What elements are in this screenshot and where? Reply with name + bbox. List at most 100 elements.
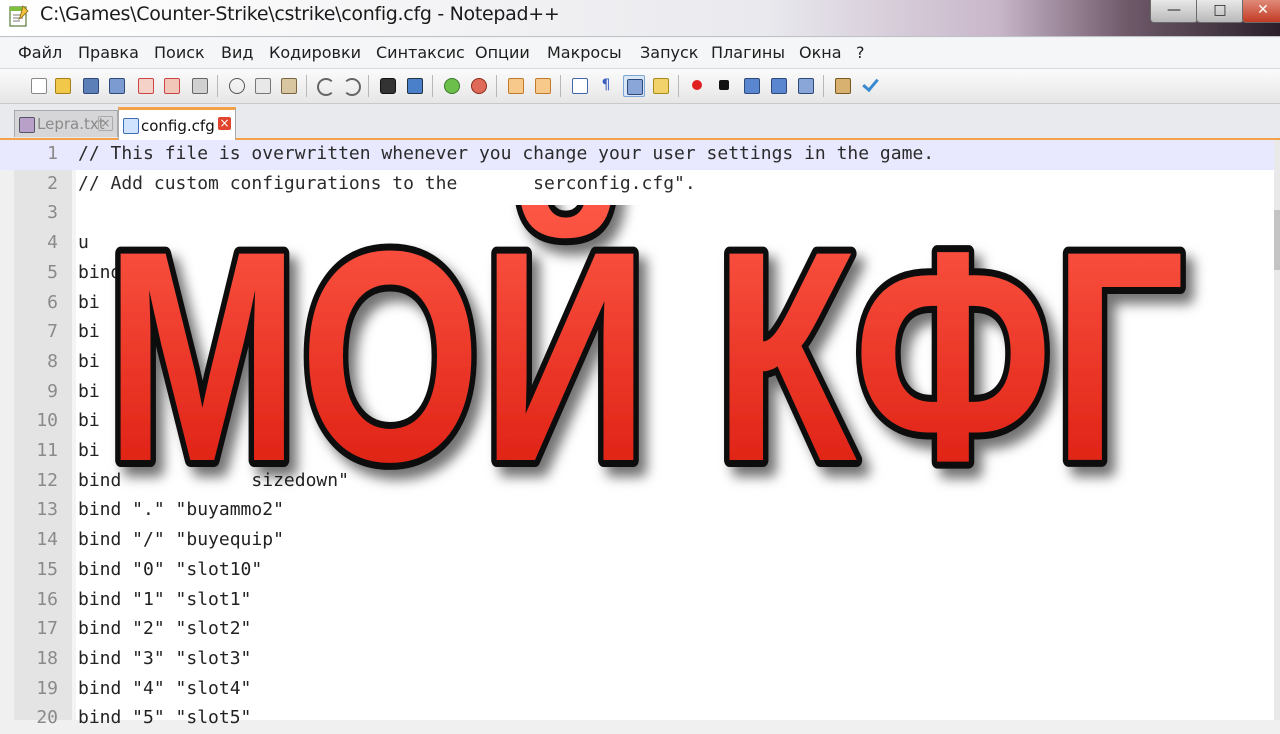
line-text: bind "4" "slot4" [78,677,252,699]
close-tab-icon[interactable]: × [98,116,113,131]
menu-view[interactable]: Вид [221,43,253,62]
close-icon[interactable] [135,75,155,95]
menu-bar: Файл Правка Поиск Вид Кодировки Синтакси… [0,38,1280,69]
line-number: 5 [47,261,58,283]
indent-guide-icon[interactable] [623,75,645,97]
play-macro-icon[interactable] [741,75,761,95]
menu-options[interactable]: Опции [475,43,530,62]
line-number: 19 [36,677,58,699]
line-number: 7 [47,321,58,343]
menu-macros[interactable]: Макросы [547,43,622,62]
code-line[interactable]: 18 bind "3" "slot3" [0,645,1276,675]
code-line[interactable]: 10 bi [0,407,1276,437]
line-number: 14 [36,529,58,551]
tab-lepra[interactable]: Lepra.txt × [14,110,118,137]
save-all-icon[interactable] [106,75,126,95]
line-text: u [78,232,89,254]
minimize-button[interactable]: — [1150,0,1198,23]
notepad-plus-plus-icon [8,4,30,28]
line-number: 2 [47,172,58,194]
zoom-out-icon[interactable] [468,75,488,95]
code-line[interactable]: 15 bind "0" "slot10" [0,556,1276,586]
code-line[interactable]: 14 bind "/" "buyequip" [0,526,1276,556]
sync-vertical-icon[interactable] [505,75,525,95]
tab-label: Lepra.txt [37,115,105,133]
code-line[interactable]: 7 bi [0,318,1276,348]
code-line[interactable]: 3 [0,199,1276,229]
menu-syntax[interactable]: Синтаксис [376,43,465,62]
line-text: bi [78,440,100,461]
menu-edit[interactable]: Правка [78,43,139,62]
code-line[interactable]: 19 bind "4" "slot4" [0,675,1276,705]
sync-horizontal-icon[interactable] [532,75,552,95]
zoom-in-icon[interactable] [441,75,461,95]
editor[interactable]: 1 // This file is overwritten whenever yo… [0,140,1280,728]
redo-icon[interactable] [340,75,361,96]
title-bar: C:\Games\Counter-Strike\cstrike\config.c… [0,0,1280,37]
menu-run[interactable]: Запуск [640,43,698,62]
line-text: bind "5" "slot5" [78,707,252,729]
code-line[interactable]: 17 bind "2" "slot2" [0,615,1276,645]
line-text: // Add custom configurations to the serc… [78,172,696,194]
line-number: 10 [36,410,58,432]
maximize-button[interactable]: □ [1196,0,1244,23]
line-text: bi [78,291,100,313]
code-line[interactable]: 9 bi [0,378,1276,408]
find-icon[interactable] [377,75,397,95]
line-number: 17 [36,618,58,640]
close-tab-icon[interactable]: × [218,117,231,130]
code-line[interactable]: 5 bind [0,259,1276,289]
code-line[interactable]: 13 bind "." "buyammo2" [0,496,1276,526]
tab-config[interactable]: config.cfg × [118,107,236,141]
word-wrap-icon[interactable] [569,75,589,95]
replace-icon[interactable] [404,75,424,95]
open-file-icon[interactable] [52,75,72,95]
menu-search[interactable]: Поиск [154,43,205,62]
menu-help[interactable]: ? [856,43,865,62]
copy-icon[interactable] [252,75,272,95]
close-all-icon[interactable] [161,75,181,95]
line-number: 3 [47,202,58,224]
close-window-button[interactable]: ✕ [1242,0,1280,23]
line-number: 8 [47,350,58,372]
line-text: bind "." "buyammo2" [78,499,284,521]
code-line[interactable]: 2 // Add custom configurations to the ser… [0,170,1276,200]
stop-macro-icon[interactable] [714,75,734,95]
run-macro-multiple-icon[interactable] [768,75,788,95]
show-all-chars-icon[interactable]: ¶ [596,75,616,95]
spell-check-icon[interactable] [859,74,879,95]
user-language-icon[interactable] [650,75,670,95]
menu-plugins[interactable]: Плагины [711,43,785,62]
new-file-icon[interactable] [28,75,48,95]
save-macro-icon[interactable] [795,75,815,95]
code-line[interactable]: 8 bi [0,348,1276,378]
menu-encoding[interactable]: Кодировки [269,43,361,62]
line-number: 13 [36,499,58,521]
undo-icon[interactable] [314,75,335,96]
code-line[interactable]: 12 bind sizedown" [0,467,1276,497]
cut-icon[interactable] [226,75,246,95]
code-line[interactable]: 4u [0,229,1276,259]
code-line[interactable]: 20 bind "5" "slot5" [0,704,1276,734]
save-icon[interactable] [80,75,100,95]
code-line[interactable]: 1 // This file is overwritten whenever yo… [0,140,1276,170]
code-line[interactable]: 11 bi [0,437,1276,467]
trim-icon[interactable] [832,75,852,95]
maximize-icon: □ [1213,2,1227,18]
menu-file[interactable]: Файл [18,43,62,62]
code-line[interactable]: 16 bind "1" "slot1" [0,586,1276,616]
toolbar: ¶ [0,69,1280,104]
code-line[interactable]: 6 bi [0,289,1276,319]
line-number: 9 [47,380,58,402]
print-icon[interactable] [189,75,209,95]
line-text: bind "0" "slot10" [78,558,263,580]
line-number: 12 [36,469,58,491]
line-number: 16 [36,588,58,610]
line-number: 15 [36,558,58,580]
line-text: bind "3" "slot3" [78,647,252,669]
scroll-thumb[interactable] [1274,210,1280,270]
paste-icon[interactable] [278,75,298,95]
vertical-scrollbar[interactable] [1274,140,1280,720]
record-macro-icon[interactable] [687,75,707,95]
menu-windows[interactable]: Окна [799,43,842,62]
